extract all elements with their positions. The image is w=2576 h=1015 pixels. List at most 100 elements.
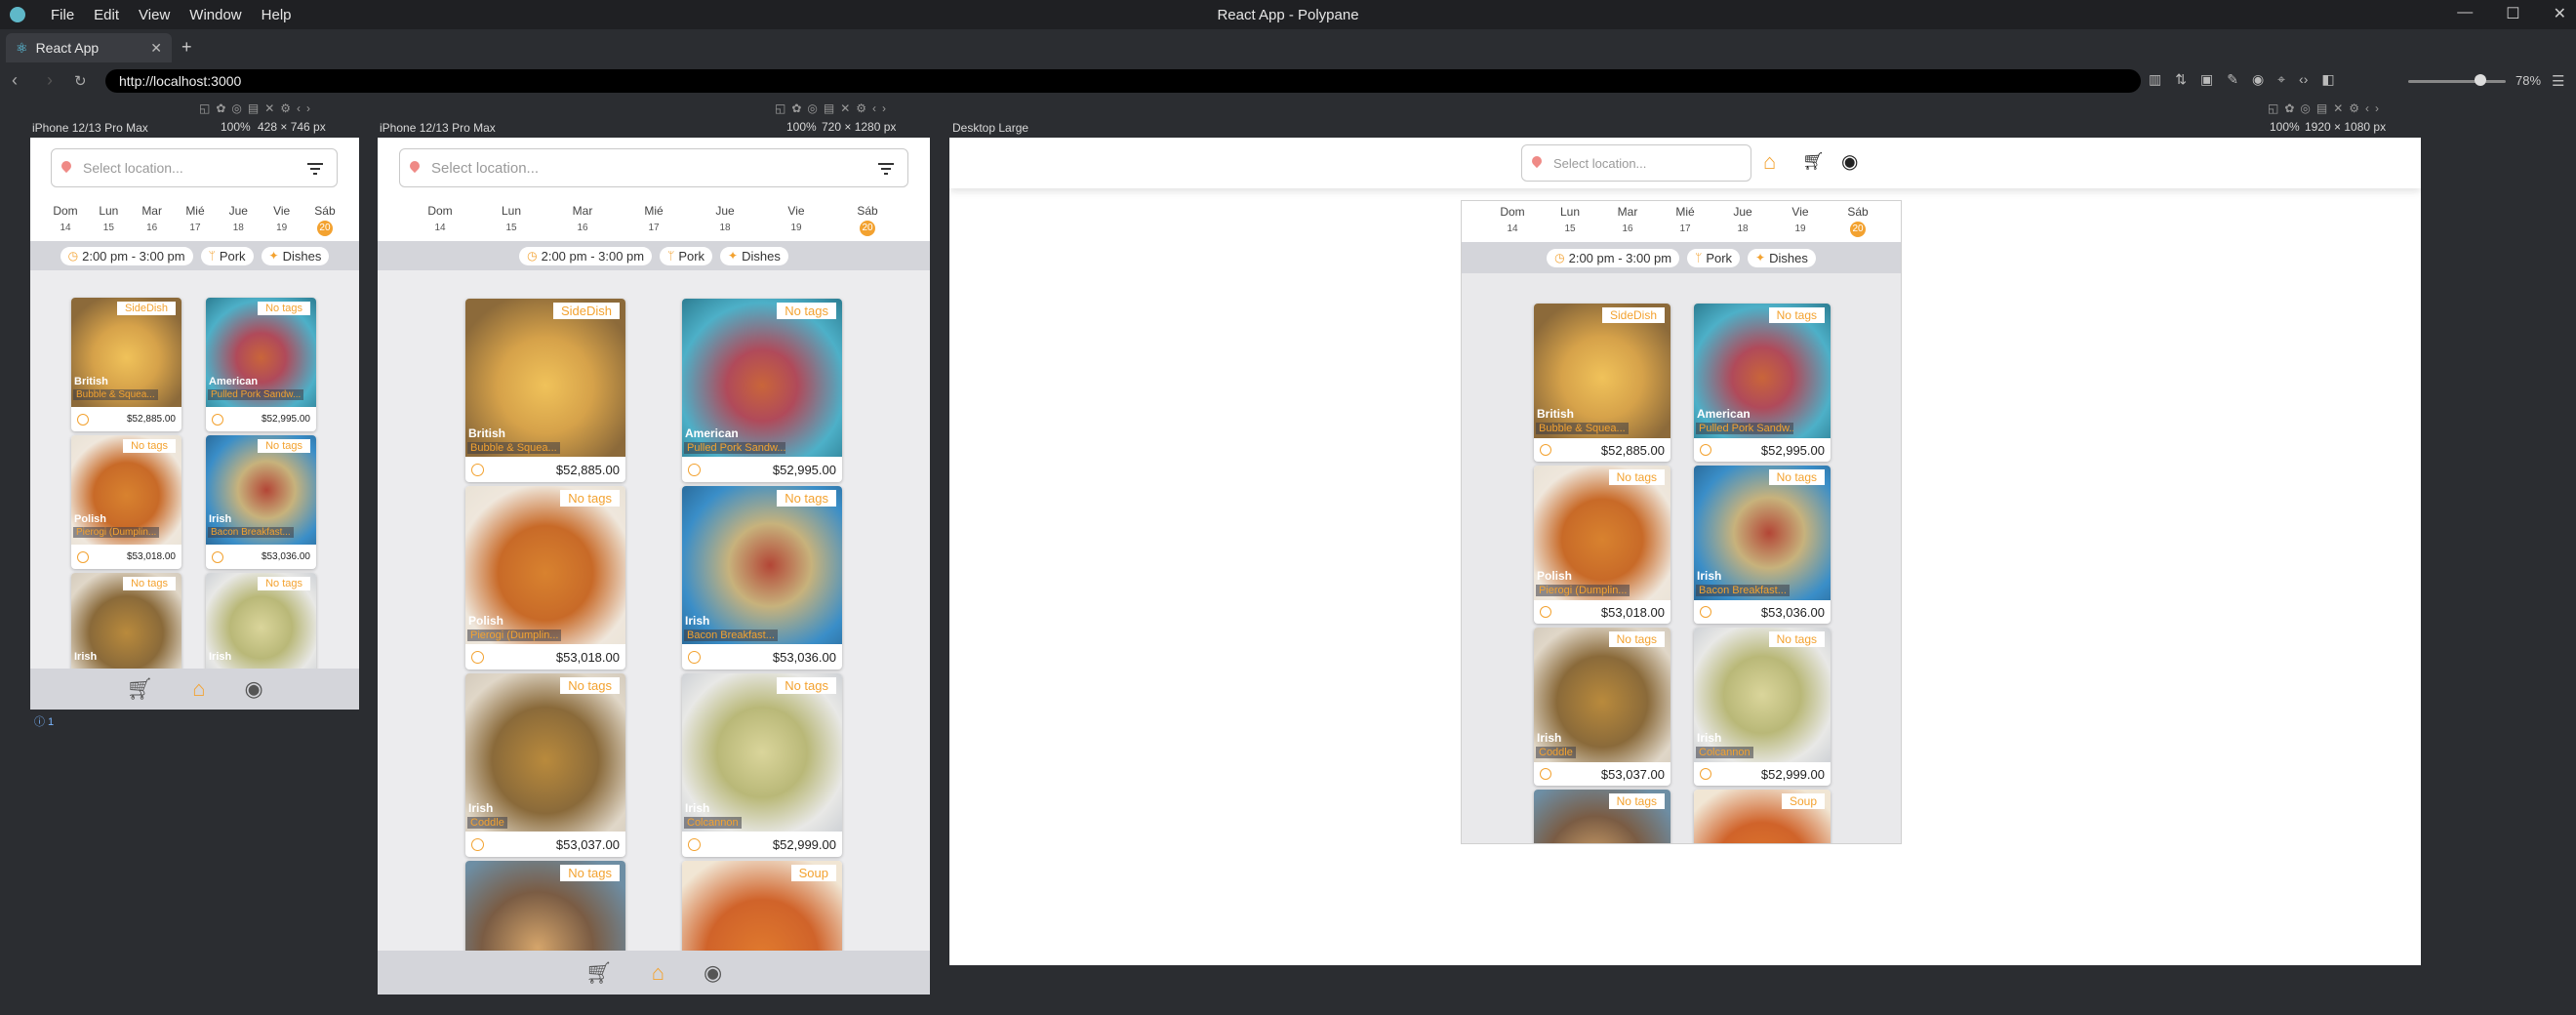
- day-item[interactable]: Mar 16: [133, 204, 172, 236]
- clock-icon: [688, 837, 701, 851]
- dish-card[interactable]: No tags Irish Colcannon $52,999.00: [682, 673, 842, 857]
- pane3-label: Desktop Large: [952, 121, 1029, 135]
- day-item[interactable]: Vie 19: [777, 204, 816, 236]
- close-tab-icon[interactable]: ✕: [150, 40, 162, 57]
- devices-icon[interactable]: ▣: [2200, 71, 2213, 88]
- dish-card[interactable]: No tags American Pulled Pork Sandw... $5…: [682, 299, 842, 482]
- close-window-button[interactable]: ✕: [2554, 4, 2566, 23]
- reload-icon[interactable]: ↻: [74, 72, 87, 90]
- time-chip[interactable]: ◷ 2:00 pm - 3:00 pm: [60, 246, 193, 265]
- url-input[interactable]: http://localhost:3000: [105, 69, 2141, 93]
- day-item-selected[interactable]: Sáb 20: [848, 204, 887, 236]
- dish-card[interactable]: No tags American Pulled Pork Sandw... $5…: [206, 298, 316, 431]
- dish-card[interactable]: No tags Irish Coddle $53,037.00: [465, 673, 625, 857]
- pane-iphone-small: Select location... Dom 14 Lun 15 Mar 16 Mié…: [30, 138, 359, 710]
- type-chip[interactable]: ✦ Dishes: [261, 246, 330, 265]
- back-arrow-icon[interactable]: ‹: [12, 70, 18, 91]
- meat-chip[interactable]: ᛘ Pork: [660, 246, 713, 265]
- home-icon[interactable]: ⌂: [652, 960, 664, 986]
- sidebar-toggle-icon[interactable]: ◧: [2321, 71, 2334, 88]
- day-item[interactable]: Dom 14: [46, 204, 85, 236]
- day-item[interactable]: Mar 16: [1608, 205, 1647, 237]
- day-item[interactable]: Mié 17: [634, 204, 673, 236]
- filter-chips: ◷ 2:00 pm - 3:00 pm ᛘ Pork ✦ Dishes: [378, 241, 930, 270]
- filter-icon[interactable]: [307, 163, 323, 175]
- dish-card[interactable]: No tags Irish Coddle $53,037.00: [1534, 628, 1670, 786]
- sync-icon[interactable]: ⇅: [2175, 71, 2187, 88]
- dish-card[interactable]: No tags Irish Bacon Breakfast... $53,036…: [206, 435, 316, 569]
- pane2-tools[interactable]: ◱✿◎▤✕⚙‹›: [775, 102, 892, 115]
- tab-react-app[interactable]: ⚛ React App ✕: [6, 33, 172, 62]
- profile-icon[interactable]: ◉: [245, 676, 263, 702]
- cart-icon[interactable]: 🛒︎: [585, 960, 613, 986]
- day-item[interactable]: Mié 17: [1666, 205, 1705, 237]
- tab-label: React App: [35, 40, 100, 56]
- pane3-tools[interactable]: ◱✿◎▤✕⚙‹›: [2268, 102, 2385, 115]
- dish-card[interactable]: No tags Irish Bacon Breakfast... $53,036…: [1694, 466, 1831, 624]
- day-item[interactable]: Vie 19: [1781, 205, 1820, 237]
- search-input[interactable]: Select location...: [399, 148, 908, 187]
- dish-card[interactable]: No tags Polish Pierogi (Dumplin... $53,0…: [71, 435, 181, 569]
- layout-icon[interactable]: ▥: [2149, 71, 2161, 88]
- price-row: $53,037.00: [465, 832, 625, 857]
- profile-icon[interactable]: ◉: [704, 960, 722, 986]
- dish-card[interactable]: No tags: [1534, 790, 1670, 843]
- dish-card[interactable]: No tags Polish Pierogi (Dumplin... $53,0…: [1534, 466, 1670, 624]
- new-tab-button[interactable]: +: [181, 37, 192, 58]
- menu-window[interactable]: Window: [189, 7, 241, 23]
- cuisine-label: American: [209, 376, 259, 387]
- meat-chip[interactable]: ᛘ Pork: [200, 246, 254, 265]
- zoom-slider-handle[interactable]: [2475, 74, 2486, 86]
- home-icon[interactable]: ⌂: [1763, 149, 1776, 175]
- edit-icon[interactable]: ✎: [2227, 71, 2238, 88]
- day-item[interactable]: Mar 16: [563, 204, 602, 236]
- filter-icon[interactable]: [878, 163, 894, 175]
- menu-view[interactable]: View: [139, 7, 170, 23]
- console-badge[interactable]: ⓘ 1: [34, 713, 54, 729]
- search-input[interactable]: Select location...: [1521, 144, 1751, 182]
- inspect-icon[interactable]: ⌖: [2277, 71, 2285, 88]
- screenshot-icon[interactable]: ◉: [2252, 71, 2264, 88]
- dish-card[interactable]: SideDish British Bubble & Squea... $52,8…: [71, 298, 181, 431]
- day-item[interactable]: Lun 15: [1550, 205, 1590, 237]
- dish-card[interactable]: No tags Polish Pierogi (Dumplin... $53,0…: [465, 486, 625, 670]
- profile-icon[interactable]: ◉: [1841, 149, 1858, 174]
- time-chip[interactable]: ◷ 2:00 pm - 3:00 pm: [1547, 248, 1680, 267]
- search-input[interactable]: Select location...: [51, 148, 338, 187]
- forward-arrow-icon[interactable]: ›: [47, 70, 53, 91]
- zoom-slider[interactable]: [2408, 80, 2506, 83]
- dish-card[interactable]: SideDish British Bubble & Squea... $52,8…: [1534, 304, 1670, 462]
- time-chip[interactable]: ◷ 2:00 pm - 3:00 pm: [519, 246, 653, 265]
- menu-edit[interactable]: Edit: [94, 7, 119, 23]
- day-item[interactable]: Dom 14: [421, 204, 460, 236]
- maximize-button[interactable]: ☐: [2506, 4, 2519, 23]
- type-chip[interactable]: ✦ Dishes: [720, 246, 788, 265]
- dish-card[interactable]: No tags American Pulled Pork Sandw... $5…: [1694, 304, 1831, 462]
- home-icon[interactable]: ⌂: [192, 676, 205, 702]
- settings-sliders-icon[interactable]: ☰: [2552, 72, 2564, 90]
- day-item[interactable]: Lun 15: [89, 204, 128, 236]
- day-item[interactable]: Jue 18: [705, 204, 745, 236]
- menu-help[interactable]: Help: [262, 7, 292, 23]
- dish-card[interactable]: No tags Irish Colcannon $52,999.00: [1694, 628, 1831, 786]
- day-item[interactable]: Jue 18: [1723, 205, 1762, 237]
- day-item[interactable]: Jue 18: [219, 204, 258, 236]
- day-item[interactable]: Vie 19: [262, 204, 302, 236]
- cart-icon[interactable]: 🛒︎: [1802, 151, 1825, 172]
- day-item-selected[interactable]: Sáb 20: [1838, 205, 1877, 237]
- day-item[interactable]: Dom 14: [1493, 205, 1532, 237]
- type-chip[interactable]: ✦ Dishes: [1748, 248, 1816, 267]
- minimize-button[interactable]: —: [2457, 4, 2473, 23]
- cart-icon[interactable]: 🛒︎: [126, 676, 153, 702]
- day-item[interactable]: Lun 15: [492, 204, 531, 236]
- day-item-selected[interactable]: Sáb 20: [305, 204, 344, 236]
- dish-card[interactable]: Soup: [1694, 790, 1831, 843]
- code-icon[interactable]: ‹›: [2299, 71, 2308, 88]
- pane1-tools[interactable]: ◱✿◎▤✕⚙‹›: [199, 102, 316, 115]
- cuisine-label: Irish: [74, 651, 98, 663]
- day-item[interactable]: Mié 17: [176, 204, 215, 236]
- menu-file[interactable]: File: [51, 7, 74, 23]
- dish-card[interactable]: No tags Irish Bacon Breakfast... $53,036…: [682, 486, 842, 670]
- dish-card[interactable]: SideDish British Bubble & Squea... $52,8…: [465, 299, 625, 482]
- meat-chip[interactable]: ᛘ Pork: [1687, 248, 1741, 267]
